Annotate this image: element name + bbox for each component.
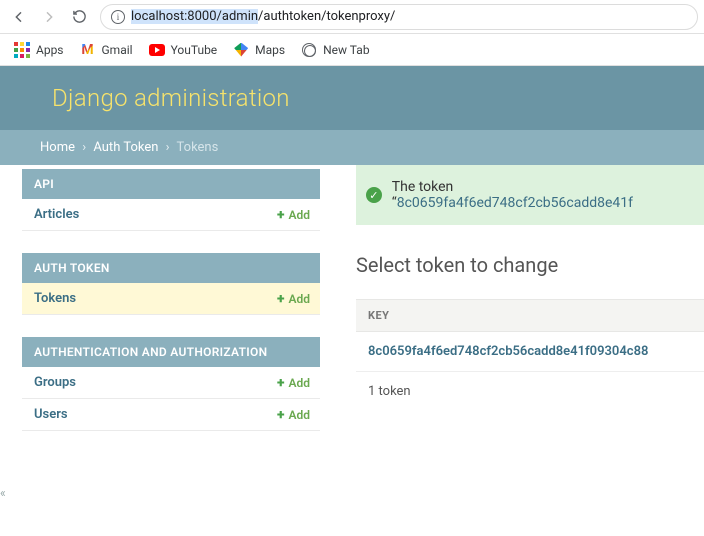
breadcrumb-sep: ›	[82, 140, 86, 155]
sidebar-item: Articles + Add	[22, 199, 320, 231]
sidebar-item: Groups + Add	[22, 367, 320, 399]
add-label: Add	[288, 376, 310, 390]
add-link[interactable]: + Add	[277, 376, 310, 390]
add-link[interactable]: + Add	[277, 408, 310, 422]
add-label: Add	[288, 292, 310, 306]
bookmark-gmail[interactable]: M Gmail	[80, 42, 133, 58]
youtube-icon	[149, 42, 165, 58]
admin-header: Django administration	[0, 66, 704, 130]
back-button[interactable]	[6, 4, 32, 30]
bookmark-apps[interactable]: Apps	[14, 42, 64, 58]
sidebar-item-link[interactable]: Articles	[34, 207, 79, 222]
flash-token-link[interactable]: 8c0659fa4f6ed748cf2cb56cadd8e41f	[397, 195, 633, 211]
token-table: KEY 8c0659fa4f6ed748cf2cb56cadd8e41f0930…	[356, 299, 704, 411]
breadcrumb-home[interactable]: Home	[40, 140, 75, 155]
gmail-icon: M	[80, 42, 96, 58]
page-title: Select token to change	[356, 253, 704, 277]
module-caption: AUTH TOKEN	[22, 253, 320, 283]
add-label: Add	[288, 208, 310, 222]
breadcrumb-current: Tokens	[177, 140, 219, 155]
globe-icon	[301, 42, 317, 58]
address-selected: localhost:8000/admin	[131, 9, 258, 24]
browser-toolbar: i localhost:8000/admin/authtoken/tokenpr…	[0, 0, 704, 34]
sidebar-item: Tokens + Add	[22, 283, 320, 315]
add-link[interactable]: + Add	[277, 292, 310, 306]
flash-text: The token “8c0659fa4f6ed748cf2cb56cadd8e…	[392, 179, 694, 211]
add-label: Add	[288, 408, 310, 422]
sidebar-item-link[interactable]: Users	[34, 407, 68, 422]
sidebar-item: Users + Add	[22, 399, 320, 431]
site-title: Django administration	[52, 84, 664, 112]
plus-icon: +	[277, 408, 284, 422]
bookmark-label: Gmail	[102, 43, 133, 57]
sidebar-collapse[interactable]: «	[0, 486, 6, 500]
django-admin: Django administration Home › Auth Token …	[0, 66, 704, 536]
sidebar-module: AUTHENTICATION AND AUTHORIZATION Groups + A…	[22, 337, 320, 431]
success-message: ✓ The token “8c0659fa4f6ed748cf2cb56cadd…	[356, 165, 704, 225]
reload-button[interactable]	[66, 4, 92, 30]
bookmark-maps[interactable]: Maps	[233, 42, 285, 58]
bookmark-label: Maps	[255, 43, 285, 57]
address-bar[interactable]: i localhost:8000/admin/authtoken/tokenpr…	[100, 4, 698, 30]
apps-icon	[14, 42, 30, 58]
sidebar-module: AUTH TOKEN Tokens + Add	[22, 253, 320, 315]
add-link[interactable]: + Add	[277, 208, 310, 222]
bookmarks-bar: Apps M Gmail YouTube Maps New Tab	[0, 34, 704, 66]
forward-button[interactable]	[36, 4, 62, 30]
bookmark-label: YouTube	[171, 43, 218, 57]
plus-icon: +	[277, 208, 284, 222]
sidebar-item-link[interactable]: Groups	[34, 375, 76, 390]
content: ✓ The token “8c0659fa4f6ed748cf2cb56cadd…	[320, 165, 704, 453]
column-header-key[interactable]: KEY	[356, 299, 704, 332]
bookmark-label: Apps	[36, 43, 64, 57]
module-caption: API	[22, 169, 320, 199]
breadcrumb: Home › Auth Token › Tokens	[0, 130, 704, 165]
breadcrumb-sep: ›	[166, 140, 170, 155]
result-count: 1 token	[356, 372, 704, 411]
module-caption: AUTHENTICATION AND AUTHORIZATION	[22, 337, 320, 367]
site-info-icon[interactable]: i	[111, 10, 125, 24]
token-link[interactable]: 8c0659fa4f6ed748cf2cb56cadd8e41f09304c88	[368, 344, 648, 359]
plus-icon: +	[277, 292, 284, 306]
address-rest: /authtoken/tokenproxy/	[258, 9, 395, 24]
check-icon: ✓	[366, 187, 382, 203]
sidebar-item-link[interactable]: Tokens	[34, 291, 76, 306]
bookmark-newtab[interactable]: New Tab	[301, 42, 369, 58]
bookmark-label: New Tab	[323, 43, 369, 57]
sidebar-module: API Articles + Add	[22, 169, 320, 231]
sidebar: APIArticles+AddAUTH TOKENTokens+AddAUTHE…	[0, 165, 320, 453]
address-text: localhost:8000/admin/authtoken/tokenprox…	[131, 9, 395, 24]
maps-icon	[233, 42, 249, 58]
plus-icon: +	[277, 376, 284, 390]
table-row: 8c0659fa4f6ed748cf2cb56cadd8e41f09304c88	[356, 332, 704, 372]
bookmark-youtube[interactable]: YouTube	[149, 42, 218, 58]
breadcrumb-section[interactable]: Auth Token	[93, 140, 158, 155]
